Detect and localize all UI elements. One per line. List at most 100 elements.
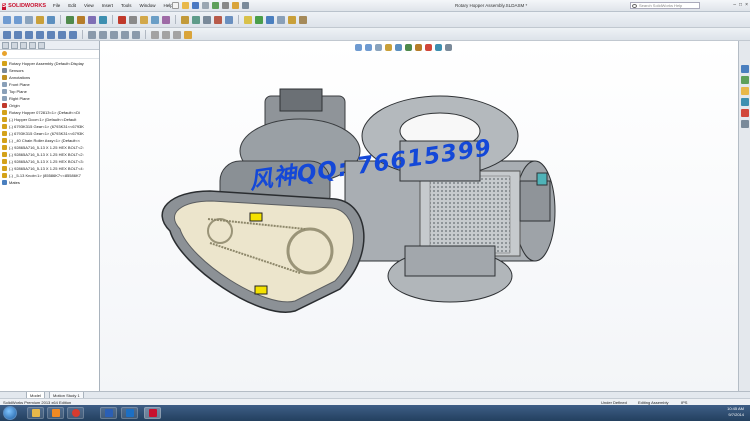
polygon-icon[interactable] bbox=[58, 30, 66, 39]
apply-scene-icon[interactable] bbox=[435, 44, 442, 51]
zoom-fit-icon[interactable] bbox=[3, 15, 11, 24]
tree-item[interactable]: Top Plane bbox=[2, 88, 97, 95]
configuration-manager-tab-icon[interactable] bbox=[20, 42, 27, 49]
new-document-icon[interactable] bbox=[172, 2, 179, 9]
move-entities-icon[interactable] bbox=[132, 30, 140, 39]
start-button-icon[interactable] bbox=[3, 406, 17, 420]
simulation-icon[interactable] bbox=[277, 15, 285, 24]
save-icon[interactable] bbox=[192, 2, 199, 9]
photoview-icon[interactable] bbox=[288, 15, 296, 24]
menu-view[interactable]: View bbox=[83, 3, 95, 8]
move-component-icon[interactable] bbox=[151, 15, 159, 24]
tree-item[interactable]: (-) 92865A716_5-13 X 1.25 HEX BOLT<2: bbox=[2, 144, 97, 151]
hide-show-items-icon[interactable] bbox=[415, 44, 422, 51]
tree-item[interactable]: (-) 92865A716_5-13 X 1.25 HEX BOLT<3: bbox=[2, 158, 97, 165]
sketch-icon[interactable] bbox=[299, 15, 307, 24]
rotate-component-icon[interactable] bbox=[162, 15, 170, 24]
section-view-icon[interactable] bbox=[36, 15, 44, 24]
menu-edit[interactable]: Edit bbox=[67, 3, 77, 8]
tree-item[interactable]: Rotary Hopper 072813<1> (Default<<Di bbox=[2, 109, 97, 116]
resources-icon[interactable] bbox=[740, 65, 749, 73]
taskbar-app[interactable] bbox=[100, 407, 117, 419]
property-manager-tab-icon[interactable] bbox=[11, 42, 18, 49]
display-style-icon[interactable] bbox=[66, 15, 74, 24]
maximize-button[interactable]: □ bbox=[739, 2, 742, 8]
slot-icon[interactable] bbox=[25, 30, 33, 39]
solidworks-logo[interactable]: S SOLIDWORKS bbox=[2, 2, 46, 10]
close-button[interactable]: × bbox=[745, 2, 748, 8]
previous-view-icon[interactable] bbox=[25, 15, 33, 24]
spline-icon[interactable] bbox=[69, 30, 77, 39]
hide-show-icon[interactable] bbox=[77, 15, 85, 24]
rectangle-icon[interactable] bbox=[14, 30, 22, 39]
filter-icon[interactable] bbox=[2, 51, 7, 56]
view-palette-icon[interactable] bbox=[740, 98, 749, 106]
scene-icon[interactable] bbox=[99, 15, 107, 24]
appearances-icon[interactable] bbox=[740, 109, 749, 117]
mass-properties-icon[interactable] bbox=[255, 15, 263, 24]
exploded-view-icon[interactable] bbox=[192, 15, 200, 24]
taskbar-app-active[interactable] bbox=[144, 407, 161, 419]
system-tray[interactable]: 10:45 AM 9/7/2014 bbox=[727, 406, 744, 418]
display-style-icon[interactable] bbox=[405, 44, 412, 51]
dimxpert-tab-icon[interactable] bbox=[29, 42, 36, 49]
graphics-area[interactable] bbox=[100, 41, 738, 411]
display-manager-tab-icon[interactable] bbox=[38, 42, 45, 49]
view-orientation-icon[interactable] bbox=[395, 44, 402, 51]
options-gear-icon[interactable] bbox=[242, 2, 249, 9]
smart-fasteners-icon[interactable] bbox=[181, 15, 189, 24]
rebuild-icon[interactable] bbox=[232, 2, 239, 9]
tree-item[interactable]: (-) 92865A716_5-13 X 1.25 HEX BOLT<2: bbox=[2, 151, 97, 158]
sketch-edit-icon[interactable] bbox=[184, 30, 192, 39]
select-arrow-icon[interactable] bbox=[222, 2, 229, 9]
offset-icon[interactable] bbox=[99, 30, 107, 39]
taskbar-app[interactable] bbox=[121, 407, 138, 419]
menu-tools[interactable]: Tools bbox=[120, 3, 133, 8]
feature-tree-tab-icon[interactable] bbox=[2, 42, 9, 49]
tree-item[interactable]: (-) Hopper Door<1> (Default<<Default bbox=[2, 116, 97, 123]
print-icon[interactable] bbox=[202, 2, 209, 9]
tree-item[interactable]: (-) 92865A716_5-13 X 1.25 HEX BOLT<4: bbox=[2, 165, 97, 172]
tree-item[interactable]: (-) _5-13 Knob<1> (85586K7<<85586K7 bbox=[2, 172, 97, 179]
appearance-icon[interactable] bbox=[88, 15, 96, 24]
line-icon[interactable] bbox=[3, 30, 11, 39]
linear-pattern-icon[interactable] bbox=[121, 30, 129, 39]
interference-detection-icon[interactable] bbox=[203, 15, 211, 24]
undo-icon[interactable] bbox=[212, 2, 219, 9]
help-search-input[interactable]: Search SolidWorks Help bbox=[630, 2, 700, 9]
previous-view-icon[interactable] bbox=[375, 44, 382, 51]
taskbar-app[interactable] bbox=[67, 407, 84, 419]
zoom-to-fit-icon[interactable] bbox=[355, 44, 362, 51]
view-orientation-icon[interactable] bbox=[47, 15, 55, 24]
taskbar-app[interactable] bbox=[47, 407, 64, 419]
assembly-model[interactable] bbox=[100, 41, 738, 391]
tree-item[interactable]: Rotary Hopper Assembly (Default<Display bbox=[2, 60, 97, 67]
menu-file[interactable]: File bbox=[52, 3, 61, 8]
assembly-features-icon[interactable] bbox=[214, 15, 222, 24]
circle-icon[interactable] bbox=[36, 30, 44, 39]
section-view-icon[interactable] bbox=[385, 44, 392, 51]
menu-insert[interactable]: Insert bbox=[101, 3, 114, 8]
evaluate-icon[interactable] bbox=[244, 15, 252, 24]
tree-item[interactable]: (-) 6793K315 Gear<1> (6793K31<<6793K bbox=[2, 123, 97, 130]
taskbar-app[interactable] bbox=[27, 407, 44, 419]
tree-item[interactable]: (-) _40 Chain Roller Assy<1> (Default<< bbox=[2, 137, 97, 144]
insert-component-icon[interactable] bbox=[118, 15, 126, 24]
design-library-icon[interactable] bbox=[740, 76, 749, 84]
arc-icon[interactable] bbox=[47, 30, 55, 39]
zoom-area-icon[interactable] bbox=[14, 15, 22, 24]
relations-icon[interactable] bbox=[162, 30, 170, 39]
measure-icon[interactable] bbox=[266, 15, 274, 24]
tree-item[interactable]: (-) 6793K315 Gear<1> (6793K31<<6793K bbox=[2, 130, 97, 137]
view-settings-icon[interactable] bbox=[445, 44, 452, 51]
tree-item[interactable]: Front Plane bbox=[2, 81, 97, 88]
mirror-icon[interactable] bbox=[110, 30, 118, 39]
tree-item[interactable]: Right Plane bbox=[2, 95, 97, 102]
zoom-to-area-icon[interactable] bbox=[365, 44, 372, 51]
grid-icon[interactable] bbox=[173, 30, 181, 39]
edit-appearance-icon[interactable] bbox=[425, 44, 432, 51]
smart-dimension-icon[interactable] bbox=[151, 30, 159, 39]
tree-item[interactable]: Origin bbox=[2, 102, 97, 109]
tree-item[interactable]: Mates bbox=[2, 179, 97, 186]
mate-icon[interactable] bbox=[129, 15, 137, 24]
